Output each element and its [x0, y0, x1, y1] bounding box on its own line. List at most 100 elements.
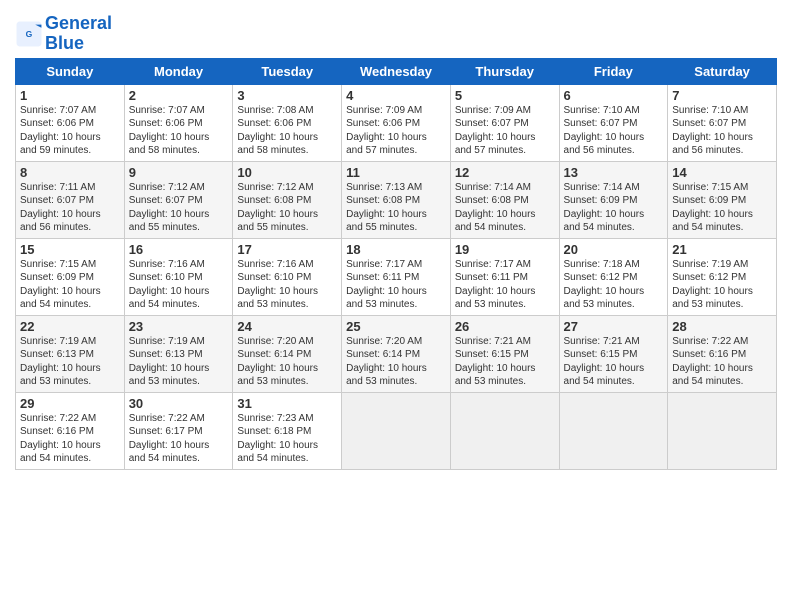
calendar-cell	[559, 392, 668, 469]
cell-content: Sunrise: 7:08 AMSunset: 6:06 PMDaylight:…	[237, 104, 337, 158]
day-number: 23	[129, 319, 229, 334]
calendar-cell: 2Sunrise: 7:07 AMSunset: 6:06 PMDaylight…	[124, 84, 233, 161]
calendar-cell: 19Sunrise: 7:17 AMSunset: 6:11 PMDayligh…	[450, 238, 559, 315]
cell-content: Sunrise: 7:15 AMSunset: 6:09 PMDaylight:…	[672, 181, 772, 235]
cell-content: Sunrise: 7:22 AMSunset: 6:16 PMDaylight:…	[20, 412, 120, 466]
day-number: 10	[237, 165, 337, 180]
cell-content: Sunrise: 7:16 AMSunset: 6:10 PMDaylight:…	[129, 258, 229, 312]
day-number: 16	[129, 242, 229, 257]
day-number: 26	[455, 319, 555, 334]
cell-content: Sunrise: 7:14 AMSunset: 6:09 PMDaylight:…	[564, 181, 664, 235]
day-number: 17	[237, 242, 337, 257]
day-number: 21	[672, 242, 772, 257]
cell-content: Sunrise: 7:22 AMSunset: 6:16 PMDaylight:…	[672, 335, 772, 389]
calendar-cell: 6Sunrise: 7:10 AMSunset: 6:07 PMDaylight…	[559, 84, 668, 161]
calendar-cell: 15Sunrise: 7:15 AMSunset: 6:09 PMDayligh…	[16, 238, 125, 315]
calendar-cell: 8Sunrise: 7:11 AMSunset: 6:07 PMDaylight…	[16, 161, 125, 238]
day-number: 2	[129, 88, 229, 103]
cell-content: Sunrise: 7:09 AMSunset: 6:06 PMDaylight:…	[346, 104, 446, 158]
calendar-header-row: SundayMondayTuesdayWednesdayThursdayFrid…	[16, 58, 777, 84]
day-number: 5	[455, 88, 555, 103]
calendar-cell: 17Sunrise: 7:16 AMSunset: 6:10 PMDayligh…	[233, 238, 342, 315]
calendar-cell	[668, 392, 777, 469]
day-header-monday: Monday	[124, 58, 233, 84]
calendar-cell: 4Sunrise: 7:09 AMSunset: 6:06 PMDaylight…	[342, 84, 451, 161]
day-number: 18	[346, 242, 446, 257]
calendar-cell: 21Sunrise: 7:19 AMSunset: 6:12 PMDayligh…	[668, 238, 777, 315]
week-row-3: 15Sunrise: 7:15 AMSunset: 6:09 PMDayligh…	[16, 238, 777, 315]
calendar-cell: 30Sunrise: 7:22 AMSunset: 6:17 PMDayligh…	[124, 392, 233, 469]
cell-content: Sunrise: 7:07 AMSunset: 6:06 PMDaylight:…	[20, 104, 120, 158]
day-number: 24	[237, 319, 337, 334]
header: G General Blue	[15, 10, 777, 54]
week-row-4: 22Sunrise: 7:19 AMSunset: 6:13 PMDayligh…	[16, 315, 777, 392]
day-header-sunday: Sunday	[16, 58, 125, 84]
page-container: G General Blue SundayMondayTuesdayWednes…	[0, 0, 792, 480]
week-row-1: 1Sunrise: 7:07 AMSunset: 6:06 PMDaylight…	[16, 84, 777, 161]
day-header-saturday: Saturday	[668, 58, 777, 84]
calendar-cell: 26Sunrise: 7:21 AMSunset: 6:15 PMDayligh…	[450, 315, 559, 392]
day-number: 1	[20, 88, 120, 103]
week-row-2: 8Sunrise: 7:11 AMSunset: 6:07 PMDaylight…	[16, 161, 777, 238]
logo: G General Blue	[15, 14, 112, 54]
cell-content: Sunrise: 7:14 AMSunset: 6:08 PMDaylight:…	[455, 181, 555, 235]
calendar-cell: 7Sunrise: 7:10 AMSunset: 6:07 PMDaylight…	[668, 84, 777, 161]
logo-icon: G	[15, 20, 43, 48]
day-number: 13	[564, 165, 664, 180]
cell-content: Sunrise: 7:16 AMSunset: 6:10 PMDaylight:…	[237, 258, 337, 312]
logo-text-line1: General	[45, 14, 112, 34]
cell-content: Sunrise: 7:21 AMSunset: 6:15 PMDaylight:…	[564, 335, 664, 389]
day-number: 20	[564, 242, 664, 257]
calendar-cell	[342, 392, 451, 469]
day-header-wednesday: Wednesday	[342, 58, 451, 84]
day-header-tuesday: Tuesday	[233, 58, 342, 84]
cell-content: Sunrise: 7:20 AMSunset: 6:14 PMDaylight:…	[237, 335, 337, 389]
day-number: 12	[455, 165, 555, 180]
day-number: 8	[20, 165, 120, 180]
day-number: 11	[346, 165, 446, 180]
cell-content: Sunrise: 7:17 AMSunset: 6:11 PMDaylight:…	[346, 258, 446, 312]
week-row-5: 29Sunrise: 7:22 AMSunset: 6:16 PMDayligh…	[16, 392, 777, 469]
cell-content: Sunrise: 7:21 AMSunset: 6:15 PMDaylight:…	[455, 335, 555, 389]
calendar-table: SundayMondayTuesdayWednesdayThursdayFrid…	[15, 58, 777, 470]
cell-content: Sunrise: 7:20 AMSunset: 6:14 PMDaylight:…	[346, 335, 446, 389]
calendar-cell: 13Sunrise: 7:14 AMSunset: 6:09 PMDayligh…	[559, 161, 668, 238]
calendar-cell: 18Sunrise: 7:17 AMSunset: 6:11 PMDayligh…	[342, 238, 451, 315]
cell-content: Sunrise: 7:13 AMSunset: 6:08 PMDaylight:…	[346, 181, 446, 235]
calendar-cell: 1Sunrise: 7:07 AMSunset: 6:06 PMDaylight…	[16, 84, 125, 161]
calendar-cell: 3Sunrise: 7:08 AMSunset: 6:06 PMDaylight…	[233, 84, 342, 161]
calendar-cell: 23Sunrise: 7:19 AMSunset: 6:13 PMDayligh…	[124, 315, 233, 392]
cell-content: Sunrise: 7:09 AMSunset: 6:07 PMDaylight:…	[455, 104, 555, 158]
cell-content: Sunrise: 7:10 AMSunset: 6:07 PMDaylight:…	[564, 104, 664, 158]
calendar-cell: 28Sunrise: 7:22 AMSunset: 6:16 PMDayligh…	[668, 315, 777, 392]
day-number: 27	[564, 319, 664, 334]
calendar-cell: 12Sunrise: 7:14 AMSunset: 6:08 PMDayligh…	[450, 161, 559, 238]
cell-content: Sunrise: 7:22 AMSunset: 6:17 PMDaylight:…	[129, 412, 229, 466]
cell-content: Sunrise: 7:12 AMSunset: 6:07 PMDaylight:…	[129, 181, 229, 235]
calendar-cell: 22Sunrise: 7:19 AMSunset: 6:13 PMDayligh…	[16, 315, 125, 392]
day-number: 3	[237, 88, 337, 103]
cell-content: Sunrise: 7:15 AMSunset: 6:09 PMDaylight:…	[20, 258, 120, 312]
cell-content: Sunrise: 7:19 AMSunset: 6:13 PMDaylight:…	[20, 335, 120, 389]
cell-content: Sunrise: 7:07 AMSunset: 6:06 PMDaylight:…	[129, 104, 229, 158]
svg-text:G: G	[26, 29, 33, 39]
calendar-body: 1Sunrise: 7:07 AMSunset: 6:06 PMDaylight…	[16, 84, 777, 469]
calendar-cell: 9Sunrise: 7:12 AMSunset: 6:07 PMDaylight…	[124, 161, 233, 238]
cell-content: Sunrise: 7:12 AMSunset: 6:08 PMDaylight:…	[237, 181, 337, 235]
day-number: 30	[129, 396, 229, 411]
day-number: 15	[20, 242, 120, 257]
cell-content: Sunrise: 7:10 AMSunset: 6:07 PMDaylight:…	[672, 104, 772, 158]
calendar-cell: 10Sunrise: 7:12 AMSunset: 6:08 PMDayligh…	[233, 161, 342, 238]
calendar-cell	[450, 392, 559, 469]
calendar-cell: 5Sunrise: 7:09 AMSunset: 6:07 PMDaylight…	[450, 84, 559, 161]
day-number: 9	[129, 165, 229, 180]
calendar-cell: 25Sunrise: 7:20 AMSunset: 6:14 PMDayligh…	[342, 315, 451, 392]
logo-text-line2: Blue	[45, 34, 112, 54]
day-number: 28	[672, 319, 772, 334]
calendar-cell: 24Sunrise: 7:20 AMSunset: 6:14 PMDayligh…	[233, 315, 342, 392]
day-number: 6	[564, 88, 664, 103]
calendar-cell: 11Sunrise: 7:13 AMSunset: 6:08 PMDayligh…	[342, 161, 451, 238]
calendar-cell: 31Sunrise: 7:23 AMSunset: 6:18 PMDayligh…	[233, 392, 342, 469]
cell-content: Sunrise: 7:17 AMSunset: 6:11 PMDaylight:…	[455, 258, 555, 312]
cell-content: Sunrise: 7:23 AMSunset: 6:18 PMDaylight:…	[237, 412, 337, 466]
